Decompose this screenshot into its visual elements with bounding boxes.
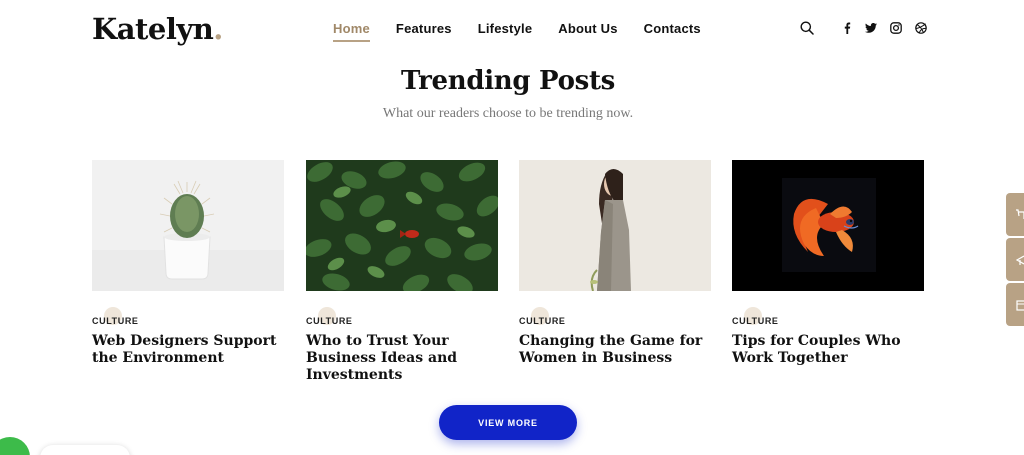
post-title[interactable]: Who to Trust Your Business Ideas and Inv…: [306, 333, 498, 384]
nav-home[interactable]: Home: [333, 21, 370, 42]
post-title[interactable]: Web Designers Support the Environment: [92, 333, 284, 367]
post-image-woman[interactable]: [519, 160, 711, 291]
post-card: CULTURE Tips for Couples Who Work Togeth…: [732, 160, 924, 367]
post-image-betta-fish[interactable]: [732, 160, 924, 291]
twitter-icon[interactable]: [863, 20, 879, 36]
docs-button[interactable]: [1006, 283, 1024, 326]
side-toolbar: [1006, 193, 1024, 328]
cart-icon: [1016, 208, 1024, 219]
nav-lifestyle[interactable]: Lifestyle: [478, 21, 533, 42]
post-title[interactable]: Changing the Game for Women in Business: [519, 333, 711, 367]
dribbble-icon[interactable]: [913, 20, 929, 36]
layers-button[interactable]: [1006, 238, 1024, 281]
post-card: CULTURE Changing the Game for Women in B…: [519, 160, 711, 367]
main-nav: Home Features Lifestyle About Us Contact…: [333, 21, 727, 42]
post-card: CULTURE Who to Trust Your Business Ideas…: [306, 160, 498, 384]
docs-icon: [1016, 299, 1024, 311]
site-logo[interactable]: Katelyn.: [92, 12, 223, 46]
search-icon[interactable]: [799, 20, 815, 36]
post-title[interactable]: Tips for Couples Who Work Together: [732, 333, 924, 367]
section-subtitle: What our readers choose to be trending n…: [382, 106, 634, 121]
logo-text: Katelyn: [92, 12, 214, 46]
section-title: Trending Posts: [400, 66, 616, 96]
post-image-cactus[interactable]: [92, 160, 284, 291]
layers-icon: [1016, 254, 1024, 265]
cart-button[interactable]: [1006, 193, 1024, 236]
post-category[interactable]: CULTURE: [732, 316, 779, 326]
instagram-icon[interactable]: [888, 20, 904, 36]
post-category[interactable]: CULTURE: [92, 316, 139, 326]
post-card: CULTURE Web Designers Support the Enviro…: [92, 160, 284, 367]
nav-about-us[interactable]: About Us: [558, 21, 617, 42]
chat-prompt-panel[interactable]: [40, 445, 130, 455]
view-more-button[interactable]: VIEW MORE: [439, 405, 577, 440]
logo-dot: .: [213, 12, 223, 46]
post-image-leaves[interactable]: [306, 160, 498, 291]
post-category[interactable]: CULTURE: [306, 316, 353, 326]
header-icons: [799, 20, 929, 36]
chat-launcher-button[interactable]: [0, 437, 30, 455]
post-category[interactable]: CULTURE: [519, 316, 566, 326]
nav-features[interactable]: Features: [396, 21, 452, 42]
facebook-icon[interactable]: [839, 20, 855, 36]
nav-contacts[interactable]: Contacts: [644, 21, 701, 42]
